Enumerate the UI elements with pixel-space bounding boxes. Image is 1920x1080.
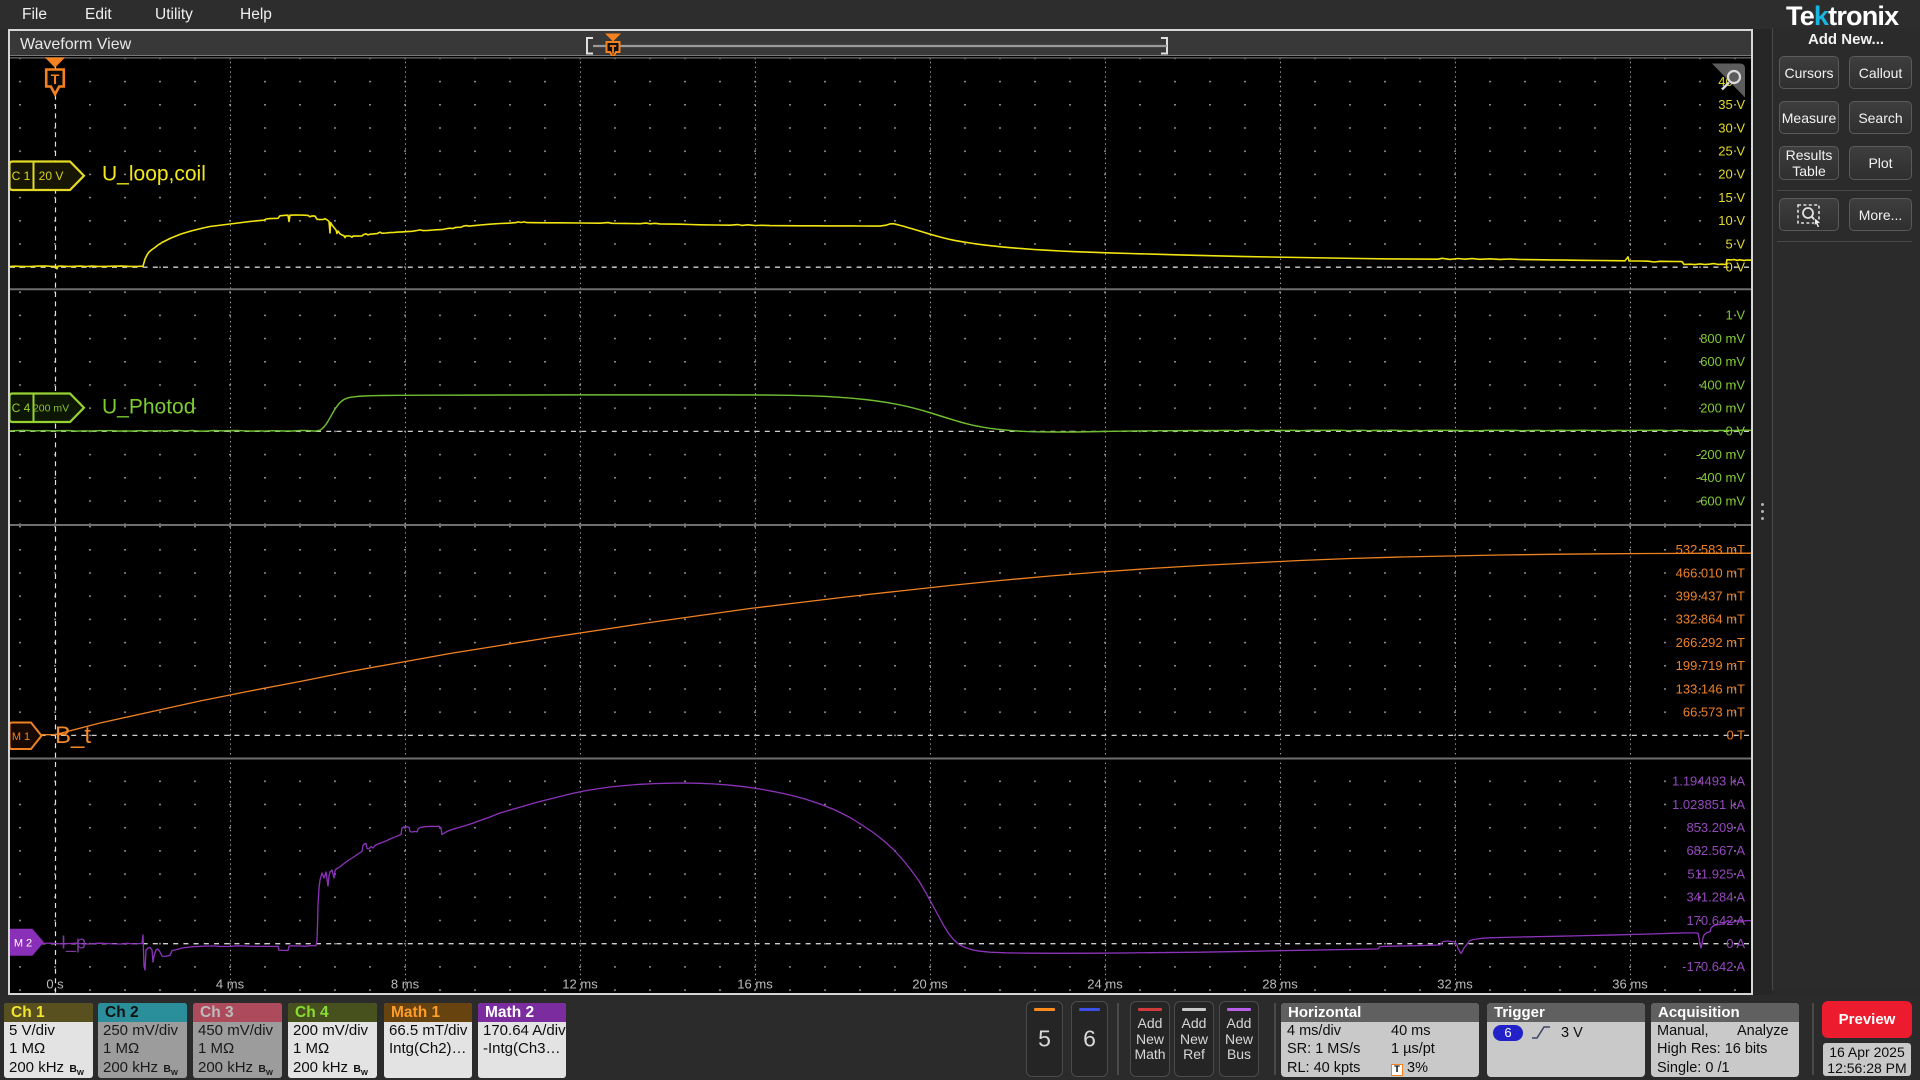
svg-text:341.284 A: 341.284 A [1686,890,1745,905]
svg-text:C 4: C 4 [12,401,31,415]
svg-text:10 V: 10 V [1718,213,1745,228]
svg-text:200 mV: 200 mV [1700,401,1745,416]
svg-text:682.567 A: 682.567 A [1686,843,1745,858]
svg-text:332.864 mT: 332.864 mT [1676,612,1745,627]
svg-text:66.573 mT: 66.573 mT [1683,705,1745,720]
svg-text:1 V: 1 V [1725,308,1745,323]
svg-text:15 V: 15 V [1718,190,1745,205]
svg-text:U_loop,coil: U_loop,coil [102,163,206,186]
svg-text:-600 mV: -600 mV [1696,493,1745,508]
svg-text:800 mV: 800 mV [1700,331,1745,346]
svg-text:30 V: 30 V [1718,120,1745,135]
svg-text:16 ms: 16 ms [737,977,773,992]
svg-text:25 V: 25 V [1718,144,1745,159]
svg-text:-400 mV: -400 mV [1696,470,1745,485]
svg-text:U_Photod: U_Photod [102,396,195,419]
svg-text:0 s: 0 s [46,977,64,992]
svg-text:36 ms: 36 ms [1612,977,1648,992]
svg-text:12 ms: 12 ms [562,977,598,992]
svg-text:399.437 mT: 399.437 mT [1676,589,1745,604]
svg-text:1.194493 kA: 1.194493 kA [1672,774,1745,789]
svg-text:200 mV: 200 mV [33,403,69,415]
svg-text:199.719 mT: 199.719 mT [1676,658,1745,673]
svg-text:853.209 A: 853.209 A [1686,820,1745,835]
svg-text:20 V: 20 V [1718,167,1745,182]
svg-text:T: T [51,71,60,87]
svg-text:24 ms: 24 ms [1087,977,1123,992]
svg-text:B_t: B_t [55,722,91,749]
svg-text:532.583 mT: 532.583 mT [1676,542,1745,557]
svg-text:0 T: 0 T [1726,728,1745,743]
svg-text:M 1: M 1 [12,731,30,743]
svg-text:I_p: I_p [61,933,86,954]
svg-text:20 ms: 20 ms [912,977,948,992]
svg-text:-200 mV: -200 mV [1696,447,1745,462]
svg-text:600 mV: 600 mV [1700,354,1745,369]
svg-text:-170.642 A: -170.642 A [1682,959,1745,974]
svg-text:266.292 mT: 266.292 mT [1676,635,1745,650]
svg-text:0 V: 0 V [1725,424,1745,439]
svg-text:8 ms: 8 ms [391,977,420,992]
svg-text:35 V: 35 V [1718,97,1745,112]
svg-text:4 ms: 4 ms [216,977,245,992]
svg-text:133.146 mT: 133.146 mT [1676,681,1745,696]
svg-text:5 V: 5 V [1725,236,1745,251]
svg-text:32 ms: 32 ms [1437,977,1473,992]
svg-text:20 V: 20 V [39,169,64,183]
svg-text:M 2: M 2 [14,938,32,950]
svg-text:C 1: C 1 [12,169,31,183]
svg-text:511.925 A: 511.925 A [1687,866,1745,881]
svg-text:1.023851 kA: 1.023851 kA [1672,797,1745,812]
svg-text:466.010 mT: 466.010 mT [1676,565,1745,580]
svg-text:170.642 A: 170.642 A [1686,913,1745,928]
svg-text:0 A: 0 A [1726,936,1745,951]
svg-text:0 V: 0 V [1725,260,1745,275]
svg-text:28 ms: 28 ms [1262,977,1298,992]
svg-text:400 mV: 400 mV [1700,377,1745,392]
